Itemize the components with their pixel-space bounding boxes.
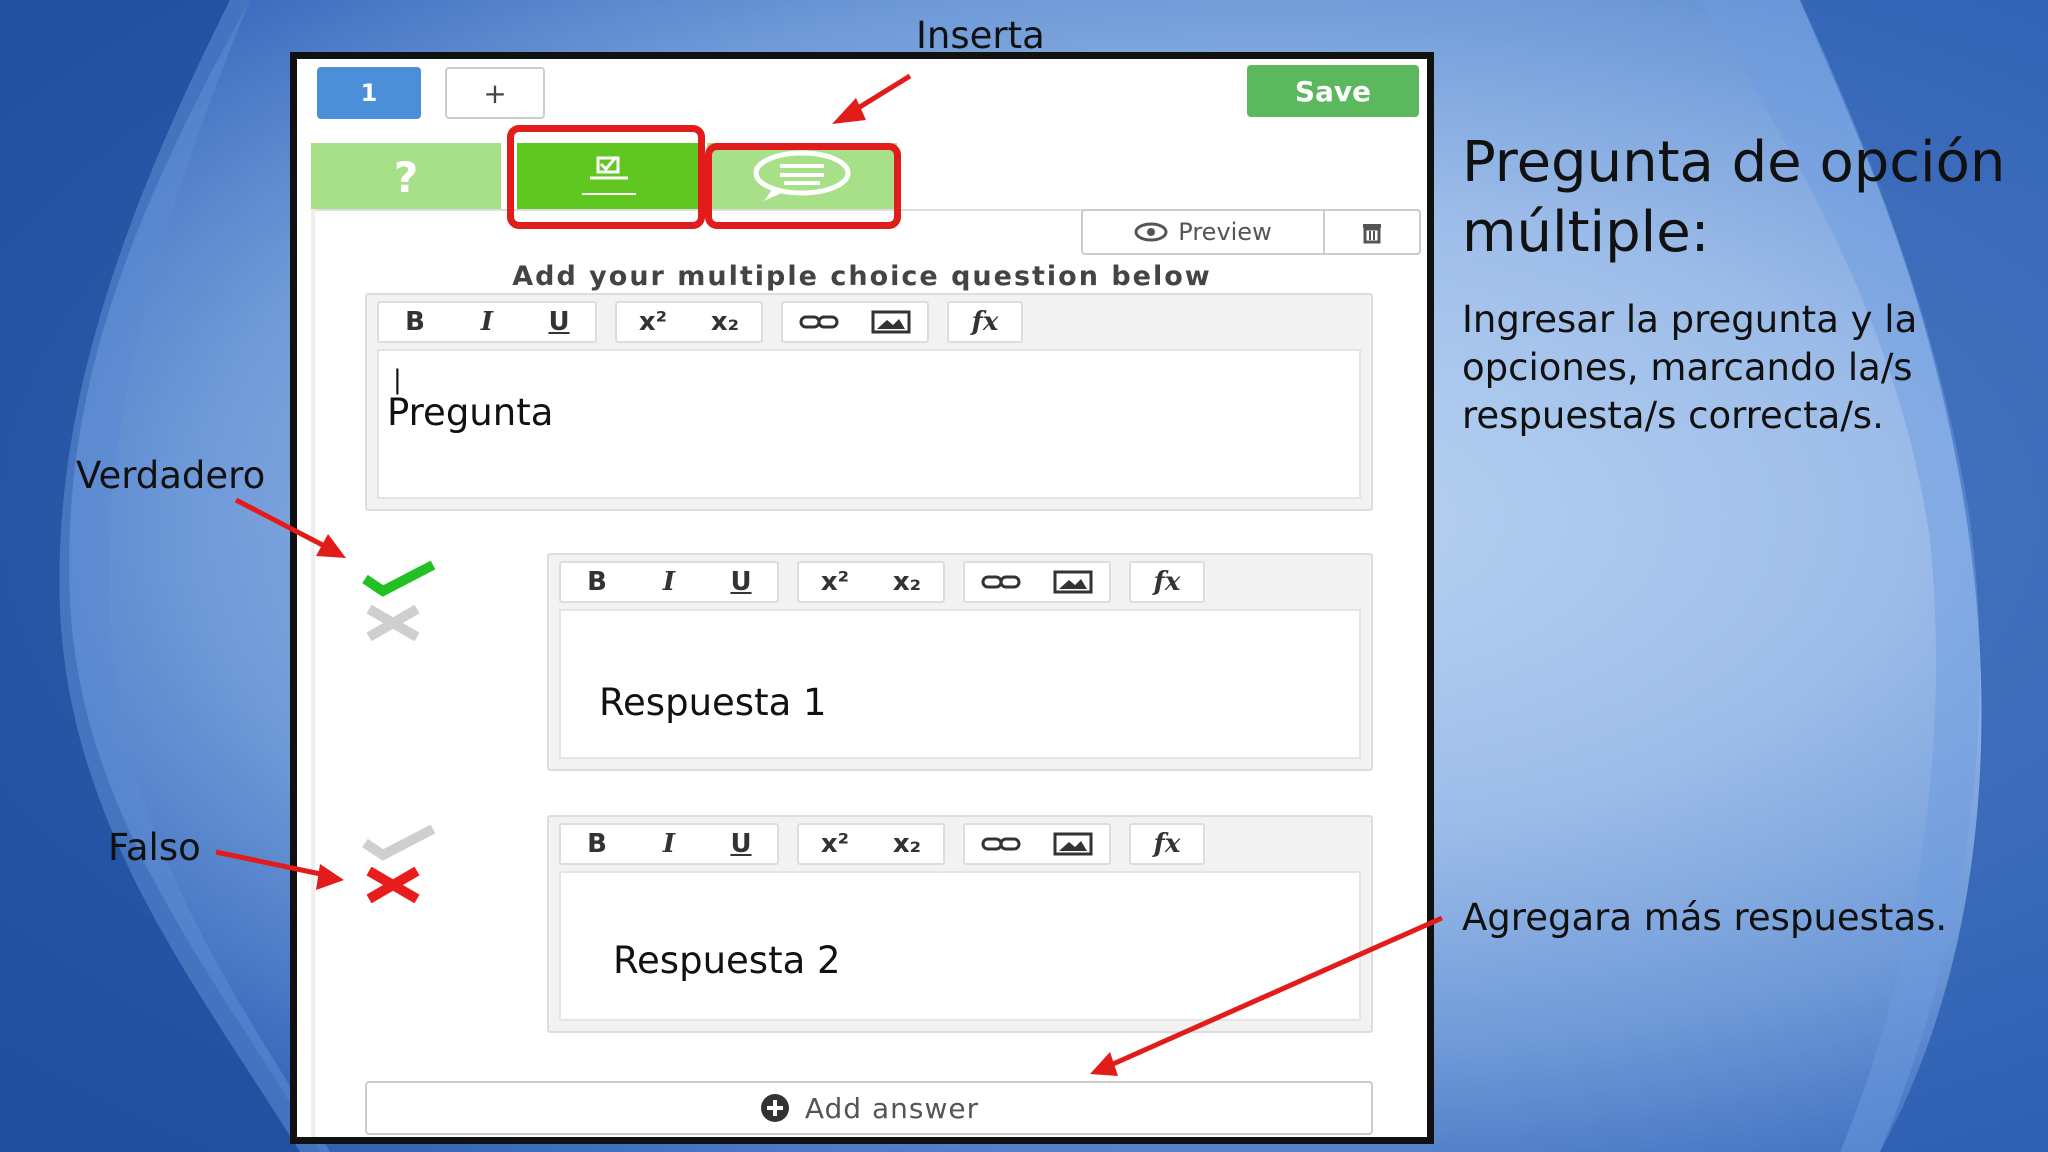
preview-group: Preview bbox=[1081, 209, 1421, 255]
instruction-label: Add your multiple choice question below bbox=[512, 261, 1212, 292]
question-mark-icon: ? bbox=[394, 154, 418, 198]
subscript-button[interactable]: x₂ bbox=[871, 563, 943, 601]
bold-button[interactable]: B bbox=[561, 825, 633, 863]
answer-editor-2: BIU x² x₂ fx Respuesta 2 bbox=[547, 815, 1373, 1033]
quiz-editor-window: 1 + Save ? Preview Add your multiple cho… bbox=[290, 52, 1434, 1144]
link-icon bbox=[799, 315, 839, 329]
underline-button[interactable]: U bbox=[523, 303, 595, 341]
image-icon bbox=[871, 310, 911, 334]
image-button[interactable] bbox=[1037, 825, 1109, 863]
editor-toolbar: BIU x² x₂ fx bbox=[559, 823, 1361, 867]
link-button[interactable] bbox=[783, 303, 855, 341]
subscript-button[interactable]: x₂ bbox=[689, 303, 761, 341]
highlight-box-check bbox=[507, 125, 705, 229]
note-true: Verdadero bbox=[76, 454, 266, 497]
link-button[interactable] bbox=[965, 825, 1037, 863]
svg-text:?: ? bbox=[394, 154, 418, 198]
correct-check-icon-answer-2[interactable] bbox=[359, 825, 439, 861]
answer-input-2[interactable]: Respuesta 2 bbox=[559, 871, 1361, 1021]
answer-input-1[interactable]: Respuesta 1 bbox=[559, 609, 1361, 759]
bold-button[interactable]: B bbox=[379, 303, 451, 341]
image-button[interactable] bbox=[1037, 563, 1109, 601]
slide-title: Pregunta de opción múltiple: bbox=[1462, 130, 2006, 265]
question-text: Pregunta bbox=[387, 391, 554, 434]
panel-border bbox=[311, 209, 315, 1137]
italic-button[interactable]: I bbox=[633, 563, 705, 601]
answer-text-2: Respuesta 2 bbox=[613, 939, 841, 982]
underline-button[interactable]: U bbox=[705, 825, 777, 863]
superscript-button[interactable]: x² bbox=[799, 825, 871, 863]
image-icon bbox=[1053, 570, 1093, 594]
save-button[interactable]: Save bbox=[1247, 65, 1419, 117]
link-button[interactable] bbox=[965, 563, 1037, 601]
formula-button[interactable]: fx bbox=[1131, 563, 1203, 601]
editor-toolbar: BIU x² x₂ fx bbox=[559, 561, 1361, 605]
preview-label: Preview bbox=[1178, 218, 1272, 246]
correct-check-icon-answer-1[interactable] bbox=[359, 559, 439, 599]
trash-icon bbox=[1363, 224, 1381, 244]
plus-circle-icon bbox=[760, 1094, 789, 1122]
add-answer-label: Add answer bbox=[804, 1091, 980, 1125]
editor-toolbar: BIU x² x₂ fx bbox=[377, 301, 1361, 345]
highlight-box-comments bbox=[705, 143, 901, 229]
italic-button[interactable]: I bbox=[633, 825, 705, 863]
add-question-button[interactable]: + bbox=[445, 67, 545, 119]
note-false: Falso bbox=[108, 826, 201, 869]
question-input[interactable]: | Pregunta bbox=[377, 349, 1361, 499]
add-answer-button[interactable]: Add answer bbox=[365, 1081, 1373, 1135]
tab-question-type[interactable]: ? bbox=[311, 143, 501, 209]
image-icon bbox=[1053, 832, 1093, 856]
incorrect-x-icon-answer-1[interactable] bbox=[363, 605, 423, 641]
eye-icon bbox=[1134, 222, 1168, 242]
question-number-button[interactable]: 1 bbox=[317, 67, 421, 119]
image-button[interactable] bbox=[855, 303, 927, 341]
superscript-button[interactable]: x² bbox=[799, 563, 871, 601]
superscript-button[interactable]: x² bbox=[617, 303, 689, 341]
incorrect-x-icon-answer-2[interactable] bbox=[363, 867, 423, 903]
answer-text-1: Respuesta 1 bbox=[599, 681, 827, 724]
question-editor: BIU x² x₂ fx | Pregunta bbox=[365, 293, 1373, 511]
formula-button[interactable]: fx bbox=[949, 303, 1021, 341]
preview-button[interactable]: Preview bbox=[1081, 209, 1325, 255]
delete-button[interactable] bbox=[1325, 209, 1421, 255]
note-add-more-answers: Agregara más respuestas. bbox=[1462, 896, 1948, 939]
formula-button[interactable]: fx bbox=[1131, 825, 1203, 863]
link-icon bbox=[981, 837, 1021, 851]
answer-editor-1: BIU x² x₂ fx Respuesta 1 bbox=[547, 553, 1373, 771]
link-icon bbox=[981, 575, 1021, 589]
slide-description: Ingresar la pregunta y la opciones, marc… bbox=[1462, 298, 1918, 437]
bold-button[interactable]: B bbox=[561, 563, 633, 601]
subscript-button[interactable]: x₂ bbox=[871, 825, 943, 863]
underline-button[interactable]: U bbox=[705, 563, 777, 601]
italic-button[interactable]: I bbox=[451, 303, 523, 341]
